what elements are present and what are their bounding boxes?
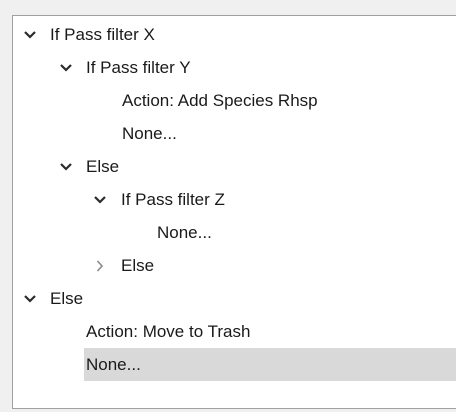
chevron-down-icon[interactable]: [23, 18, 37, 51]
tree-node-label: Else: [121, 256, 155, 275]
tree-node-label: Else: [86, 157, 120, 176]
chevron-down-icon[interactable]: [93, 183, 107, 216]
tree-node-if-pass-filter-z[interactable]: If Pass filter Z: [13, 183, 456, 216]
tree-node-label: Action: Add Species Rhsp: [122, 91, 318, 110]
tree-node-none[interactable]: None...: [13, 216, 456, 249]
tree-node-else[interactable]: Else: [13, 150, 456, 183]
tree-node-label: If Pass filter Y: [86, 58, 191, 77]
tree-node-none[interactable]: None...: [13, 117, 456, 150]
tree-node-label: None...: [86, 355, 141, 374]
chevron-down-icon[interactable]: [23, 282, 37, 315]
tree-node-else[interactable]: Else: [13, 282, 456, 315]
tree-node-label: If Pass filter X: [50, 25, 155, 44]
chevron-right-icon[interactable]: [93, 249, 107, 282]
tree-node-label: Action: Move to Trash: [86, 322, 251, 341]
tree-node-action-add-species[interactable]: Action: Add Species Rhsp: [13, 84, 456, 117]
tree-node-label: If Pass filter Z: [121, 190, 225, 209]
tree-node-if-pass-filter-x[interactable]: If Pass filter X: [13, 18, 456, 51]
tree-node-label: None...: [157, 223, 212, 242]
tree-node-none-selected[interactable]: None...: [13, 348, 456, 381]
tree-node-else-collapsed[interactable]: Else: [13, 249, 456, 282]
chevron-down-icon[interactable]: [59, 51, 73, 84]
tree-node-if-pass-filter-y[interactable]: If Pass filter Y: [13, 51, 456, 84]
tree-node-action-move-to-trash[interactable]: Action: Move to Trash: [13, 315, 456, 348]
tree-node-label: Else: [50, 289, 84, 308]
rule-tree[interactable]: If Pass filter X If Pass filter Y Action…: [12, 15, 456, 409]
tree-node-label: None...: [122, 124, 177, 143]
chevron-down-icon[interactable]: [59, 150, 73, 183]
